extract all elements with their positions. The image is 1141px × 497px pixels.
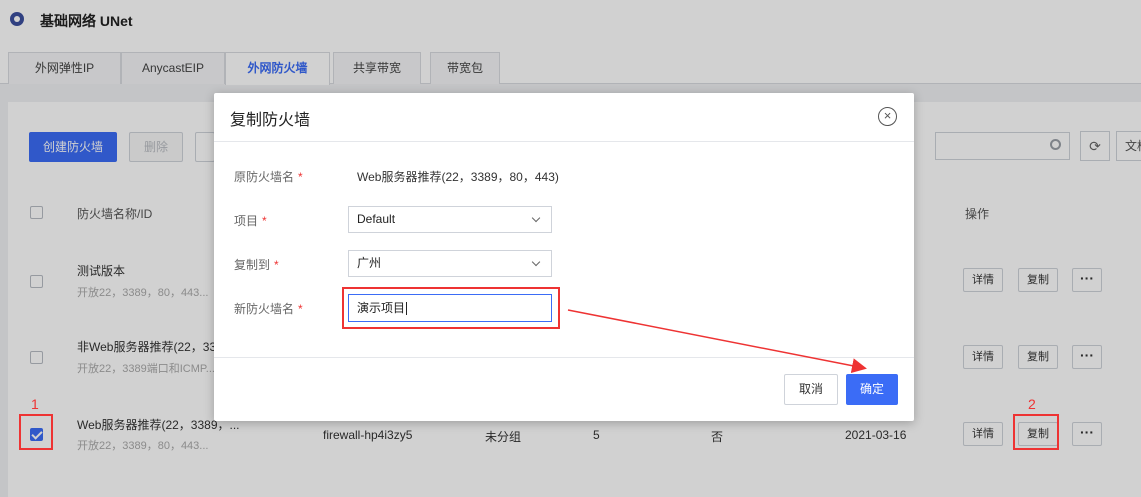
chevron-down-icon (531, 257, 541, 267)
annotation-box-checkbox (19, 414, 53, 450)
new-name-label: 新防火墙名 * (234, 302, 303, 316)
source-name-label: 原防火墙名 * (234, 170, 303, 184)
project-select[interactable]: Default (348, 206, 552, 233)
source-name-value: Web服务器推荐(22，3389，80，443) (357, 170, 559, 184)
dialog-header-divider (214, 141, 914, 142)
copy-to-label: 复制到 * (234, 258, 279, 272)
annotation-box-copy (1013, 414, 1059, 450)
region-select[interactable]: 广州 (348, 250, 552, 277)
annotation-step-1: 1 (31, 396, 39, 412)
annotation-box-name-input (342, 287, 560, 329)
dialog-title: 复制防火墙 (230, 112, 311, 129)
cancel-button[interactable]: 取消 (784, 374, 838, 405)
confirm-button[interactable]: 确定 (846, 374, 898, 405)
project-label: 项目 * (234, 214, 267, 228)
annotation-step-2: 2 (1028, 396, 1036, 412)
chevron-down-icon (531, 213, 541, 223)
dialog-footer-divider (214, 357, 914, 358)
copy-firewall-dialog: 复制防火墙 × 原防火墙名 * Web服务器推荐(22，3389，80，443) … (214, 93, 914, 421)
close-icon[interactable]: × (878, 107, 897, 126)
